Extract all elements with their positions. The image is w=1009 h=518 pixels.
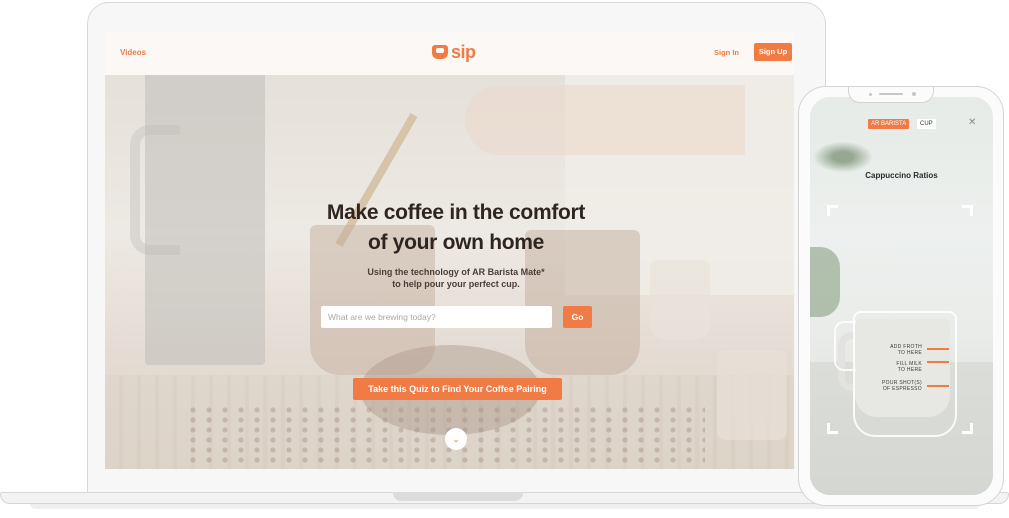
hero-subtitle: Using the technology of AR Barista Mate*… xyxy=(325,266,587,290)
phone-speaker xyxy=(879,93,903,95)
sip-logo[interactable]: sip xyxy=(432,42,476,62)
milk-marker-line2: TO HERE xyxy=(897,367,922,373)
laptop-screen: Videos sip Sign In Sign Up Make coffee i… xyxy=(105,32,794,469)
frame-corner-top-left xyxy=(827,205,838,216)
plant-photo-stem xyxy=(810,247,840,317)
hero-subtitle-line1: Using the technology of AR Barista Mate* xyxy=(367,267,545,277)
videos-link[interactable]: Videos xyxy=(120,48,146,57)
phone-camera xyxy=(912,92,916,96)
phone-notch xyxy=(848,87,934,103)
sign-in-link[interactable]: Sign In xyxy=(714,48,739,57)
froth-marker-line xyxy=(927,348,949,350)
phone-sensor xyxy=(869,93,872,96)
espresso-marker-line xyxy=(927,385,949,387)
go-button[interactable]: Go xyxy=(563,306,592,328)
milk-marker-line xyxy=(927,361,949,363)
frame-corner-bottom-right xyxy=(962,423,973,434)
milk-marker-label: FILL MILK TO HERE xyxy=(870,361,922,373)
logo-text: sip xyxy=(451,41,476,62)
hero-title-line1: Make coffee in the comfort xyxy=(326,201,586,224)
ar-cup-outline xyxy=(853,311,957,437)
hero-title: Make coffee in the comfort of your own h… xyxy=(255,198,657,258)
hero-section: Make coffee in the comfort of your own h… xyxy=(105,75,794,469)
cup-logo-icon xyxy=(432,45,448,59)
phone-screen: AR BARISTA CUP ✕ Cappuccino Ratios ADD F… xyxy=(810,97,993,495)
chevron-down-icon[interactable]: ⌄ xyxy=(445,428,467,450)
espresso-marker-line2: OF ESPRESSO xyxy=(882,386,922,392)
hero-title-line2: of your own home xyxy=(367,231,545,254)
plant-photo xyxy=(810,117,920,197)
close-icon[interactable]: ✕ xyxy=(968,117,976,128)
froth-marker-line2: TO HERE xyxy=(897,350,922,356)
ar-title: Cappuccino Ratios xyxy=(865,171,938,180)
hero-subtitle-line2: to help pour your perfect cup. xyxy=(392,279,520,289)
frame-corner-top-right xyxy=(962,205,973,216)
phone-frame: AR BARISTA CUP ✕ Cappuccino Ratios ADD F… xyxy=(798,86,1004,506)
search-input[interactable] xyxy=(321,306,552,328)
tab-ar-barista[interactable]: AR BARISTA xyxy=(868,119,910,129)
top-nav: Videos sip Sign In Sign Up xyxy=(105,32,794,75)
laptop-base-notch xyxy=(393,492,523,501)
sign-up-button[interactable]: Sign Up xyxy=(754,43,792,61)
espresso-marker-label: POUR SHOT(S) OF ESPRESSO xyxy=(860,380,922,392)
quiz-button[interactable]: Take this Quiz to Find Your Coffee Pairi… xyxy=(353,378,562,400)
frame-corner-bottom-left xyxy=(827,423,838,434)
froth-marker-label: ADD FROTH TO HERE xyxy=(870,344,922,356)
tab-cup[interactable]: CUP xyxy=(917,119,936,129)
